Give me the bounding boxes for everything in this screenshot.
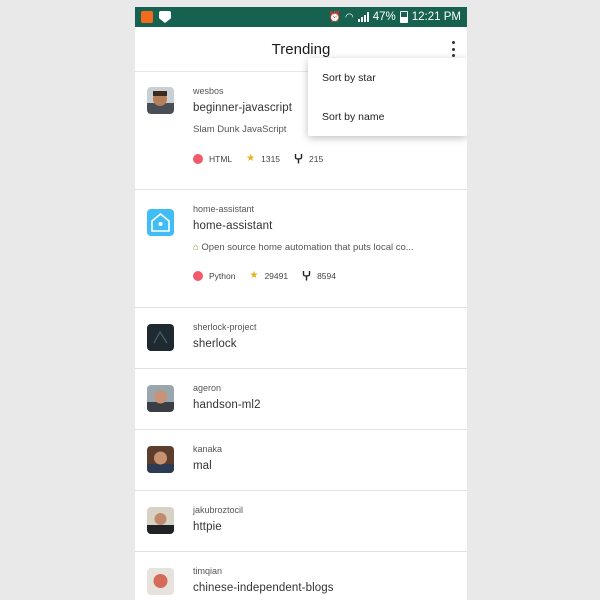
repo-forks: 8594 [317, 270, 336, 281]
avatar [147, 568, 174, 595]
repo-card-home-assistant[interactable]: home-assistant home-assistant ⌂ Open sou… [135, 190, 467, 308]
repo-card-mal[interactable]: kanaka mal [135, 430, 467, 491]
signal-icon [357, 12, 369, 22]
status-bar: ⏰ ◠ 47% 12:21 PM [135, 7, 467, 27]
repo-owner: home-assistant [193, 204, 255, 214]
repo-forks: 215 [309, 153, 324, 164]
repo-language: Python [209, 270, 236, 281]
app-orange-icon [141, 11, 153, 23]
menu-item-sort-by-star[interactable]: Sort by star [308, 58, 467, 97]
repo-stars: 29491 [264, 270, 289, 281]
repo-card-sherlock[interactable]: sherlock-project sherlock [135, 308, 467, 369]
repo-name: sherlock [193, 338, 237, 350]
repo-name: home-assistant [193, 220, 273, 232]
repo-name: chinese-independent-blogs [193, 582, 334, 594]
language-dot-icon [193, 270, 203, 281]
alarm-icon: ⏰ [328, 11, 341, 23]
sort-menu: Sort by star Sort by name [308, 58, 467, 136]
repo-meta: HTML ★ 1315 215 [193, 153, 323, 164]
battery-icon [399, 11, 408, 23]
fork-icon [302, 271, 311, 281]
repo-name: mal [193, 460, 212, 472]
clock: 12:21 PM [411, 11, 461, 23]
star-icon: ★ [249, 270, 259, 281]
battery-percent: 47% [372, 11, 396, 23]
repo-owner: kanaka [193, 444, 223, 454]
avatar [147, 385, 174, 412]
star-icon: ★ [246, 153, 256, 164]
house-emoji-icon: ⌂ [193, 242, 199, 253]
repo-name: beginner-javascript [193, 102, 293, 114]
repo-name: handson-ml2 [193, 399, 261, 411]
fork-icon [294, 154, 303, 164]
repo-list: wesbos beginner-javascript Slam Dunk Jav… [135, 72, 467, 600]
repo-card-handson-ml2[interactable]: ageron handson-ml2 [135, 369, 467, 430]
wifi-icon: ◠ [345, 11, 354, 23]
language-dot-icon [193, 153, 203, 164]
repo-card-httpie[interactable]: jakubroztocil httpie [135, 491, 467, 552]
more-vert-icon[interactable] [449, 41, 457, 57]
repo-description: Slam Dunk JavaScript [193, 124, 287, 135]
repo-owner: ageron [193, 383, 222, 393]
repo-language: HTML [209, 153, 233, 164]
avatar [147, 507, 174, 534]
repo-meta: Python ★ 29491 8594 [193, 270, 336, 281]
shield-icon [159, 11, 171, 23]
avatar [147, 209, 174, 236]
repo-card-chinese-independent-blogs[interactable]: timqian chinese-independent-blogs [135, 552, 467, 600]
avatar [147, 87, 174, 114]
repo-description: ⌂ Open source home automation that puts … [193, 242, 414, 253]
avatar [147, 324, 174, 351]
repo-owner: wesbos [193, 86, 224, 96]
repo-stars: 1315 [261, 153, 281, 164]
repo-owner: jakubroztocil [193, 505, 244, 515]
menu-item-sort-by-name[interactable]: Sort by name [308, 97, 467, 136]
repo-name: httpie [193, 521, 222, 533]
page-title: Trending [271, 40, 331, 58]
phone-screen: ⏰ ◠ 47% 12:21 PM Trending wesbos beginne… [135, 7, 467, 600]
repo-owner: timqian [193, 566, 223, 576]
repo-owner: sherlock-project [193, 322, 257, 332]
avatar [147, 446, 174, 473]
